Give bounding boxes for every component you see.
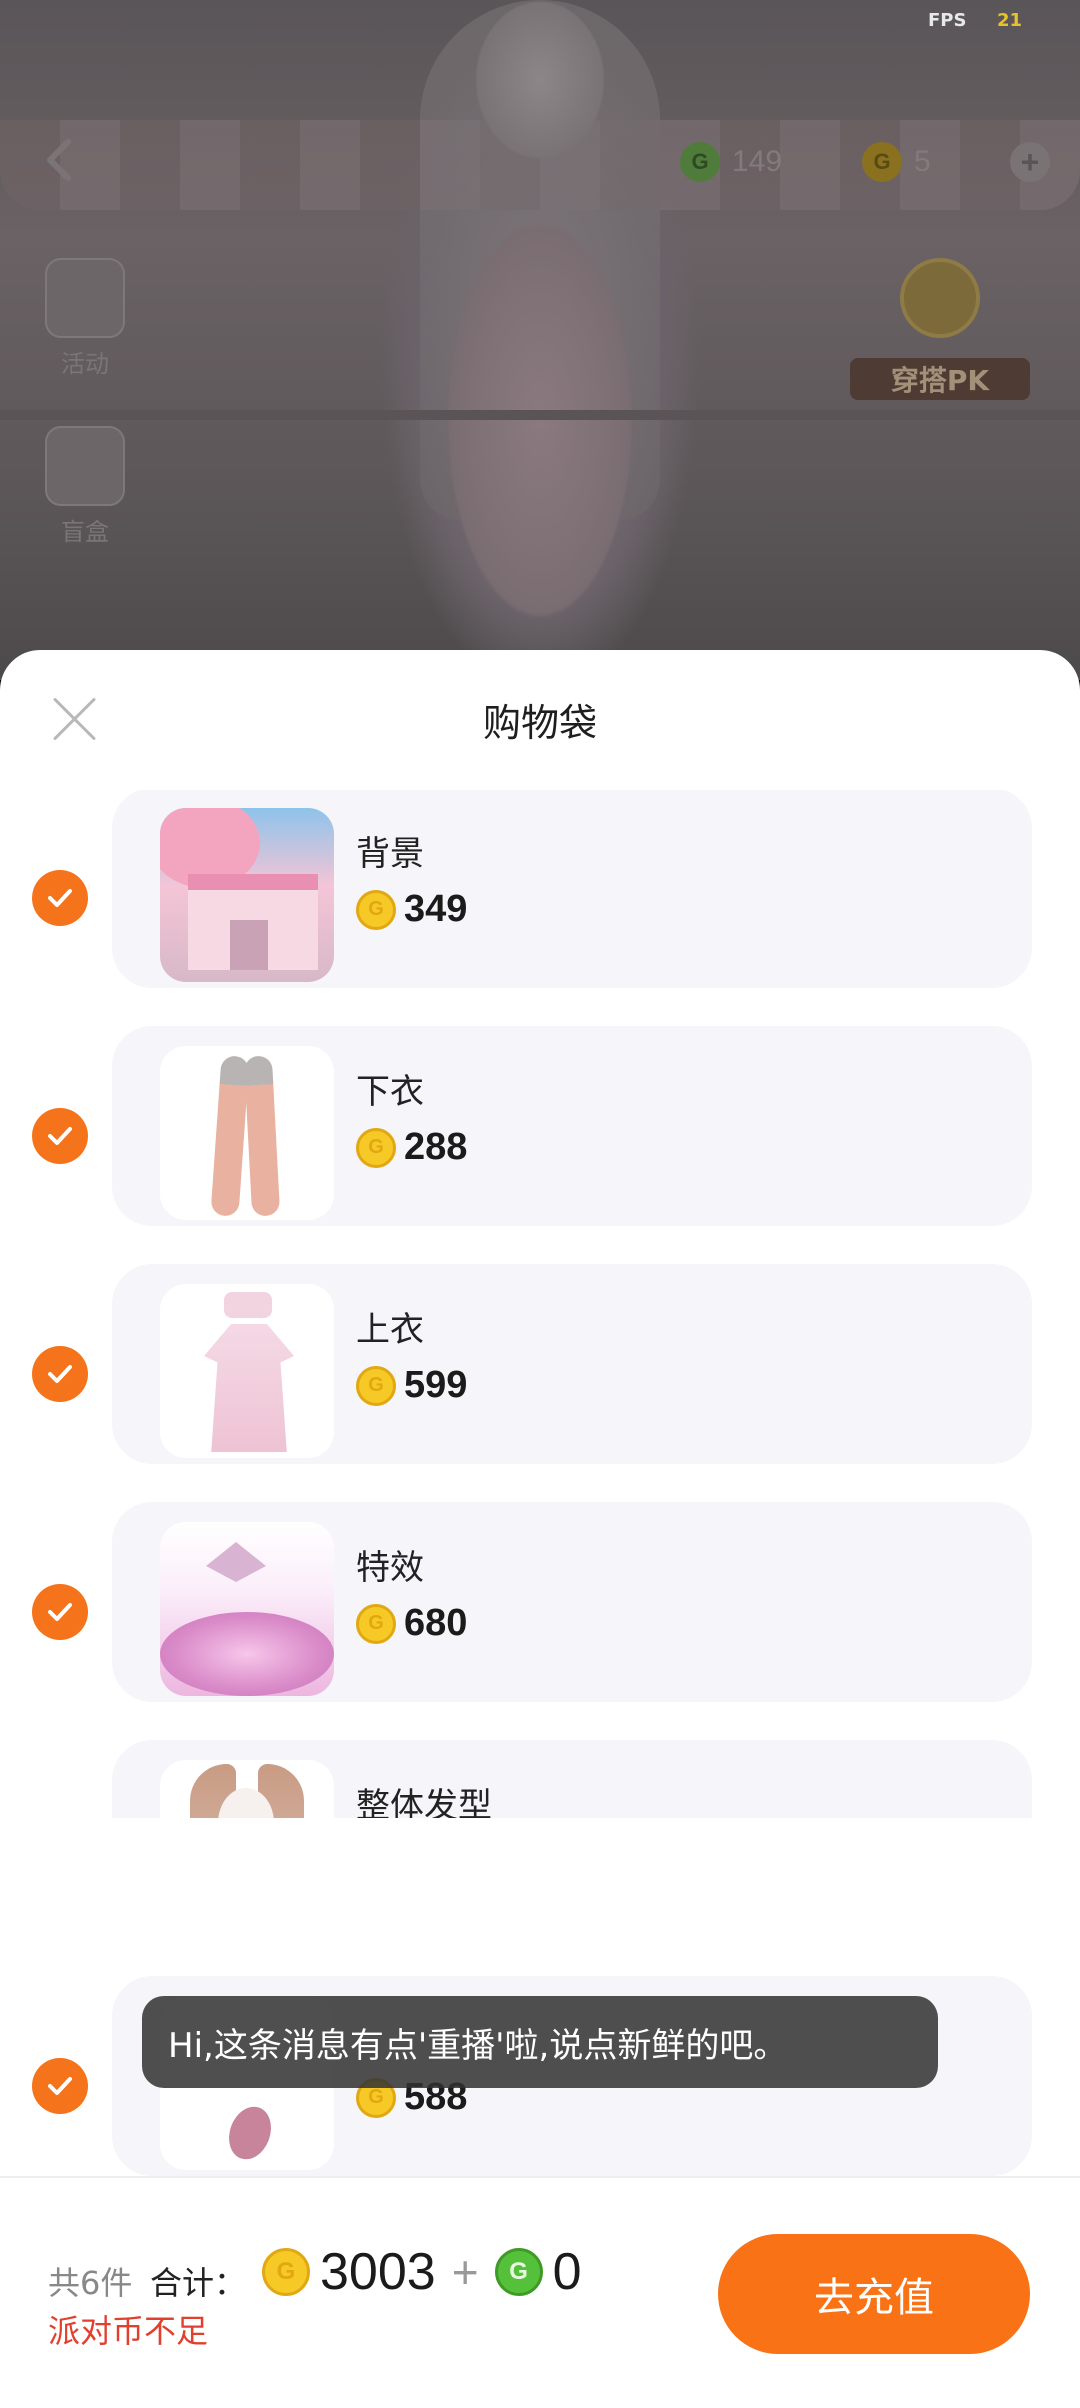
plus-sign: +	[451, 2246, 479, 2298]
item-price: G 680	[356, 1602, 467, 1645]
outfit-pk-label: 穿搭PK	[850, 358, 1030, 400]
green-currency-display: G 149	[680, 140, 782, 184]
item-price-value: 288	[404, 1126, 468, 1168]
item-count-label: 共6件	[48, 2264, 133, 2302]
gold-currency-value: 5	[914, 145, 931, 178]
checkmark-icon	[48, 2077, 72, 2095]
scene-shelf	[0, 410, 1080, 420]
activity-entry[interactable]: 活动	[40, 258, 130, 379]
item-thumbnail	[160, 1760, 334, 1818]
item-thumbnail	[160, 1522, 334, 1696]
toast-message: Hi,这条消息有点'重播'啦,说点新鲜的吧。	[142, 1996, 938, 2088]
shopping-bag-sheet: 购物袋 背景 G 349 下衣 G 288 上衣 G 599 特效 G 680 …	[0, 650, 1080, 2408]
add-currency-button[interactable]: +	[1010, 142, 1050, 182]
cart-item-hairstyle: 整体发型 G 499	[0, 1740, 1080, 1818]
checkmark-icon	[48, 1603, 72, 1621]
gold-coin-icon: G	[356, 1127, 396, 1168]
item-checkbox[interactable]	[32, 1346, 88, 1402]
fps-label: FPS	[928, 10, 967, 31]
blind-box-label: 盲盒	[61, 518, 109, 546]
item-thumbnail	[160, 808, 334, 982]
gold-coin-icon: G	[862, 142, 902, 182]
item-checkbox[interactable]	[32, 1584, 88, 1640]
item-price-value: 349	[404, 888, 468, 930]
back-button[interactable]	[30, 130, 90, 190]
gold-currency-display: G 5	[862, 140, 931, 184]
item-price: G 288	[356, 1126, 467, 1169]
gold-coin-icon: G	[356, 1365, 396, 1406]
checkmark-icon	[48, 1365, 72, 1383]
balloon-icon	[45, 258, 125, 338]
total-label: 合计：	[150, 2264, 247, 2302]
outfit-pk-button[interactable]: 穿搭PK	[850, 258, 1030, 400]
item-thumbnail	[160, 1284, 334, 1458]
cart-item-list[interactable]: 背景 G 349 下衣 G 288 上衣 G 599 特效 G 680 整体发型	[0, 790, 1080, 1818]
item-checkbox[interactable]	[32, 1108, 88, 1164]
activity-label: 活动	[61, 350, 109, 378]
item-price-value: 680	[404, 1602, 468, 1644]
gold-total-value: 3003	[320, 2243, 436, 2301]
insufficient-funds-warning: 派对币不足	[48, 2312, 209, 2350]
item-thumbnail	[160, 1046, 334, 1220]
green-currency-value: 149	[732, 145, 783, 178]
item-card[interactable]: 特效 G 680	[112, 1502, 1032, 1702]
crown-icon	[900, 258, 980, 338]
sheet-header: 购物袋	[0, 650, 1080, 790]
mystery-box-icon	[45, 426, 125, 506]
fps-value: 21	[997, 10, 1023, 31]
cart-item-effect: 特效 G 680	[0, 1502, 1080, 1718]
total-amount: G 3003 + G 0	[262, 2242, 581, 2302]
item-name: 整体发型	[356, 1786, 492, 1818]
item-card[interactable]: 下衣 G 288	[112, 1026, 1032, 1226]
gold-coin-icon: G	[356, 1603, 396, 1644]
item-price: G 349	[356, 888, 467, 931]
cart-item-background: 背景 G 349	[0, 790, 1080, 1004]
gold-coin-icon: G	[262, 2248, 310, 2296]
item-name: 上衣	[356, 1310, 424, 1350]
item-card[interactable]: 整体发型 G 499	[112, 1740, 1032, 1818]
checkmark-icon	[48, 889, 72, 907]
chevron-left-icon	[47, 139, 71, 181]
blind-box-entry[interactable]: 盲盒	[40, 426, 130, 547]
item-checkbox[interactable]	[32, 870, 88, 926]
green-coin-icon: G	[494, 2248, 543, 2296]
item-checkbox[interactable]	[32, 2058, 88, 2114]
checkmark-icon	[48, 1127, 72, 1145]
item-price: G 599	[356, 1364, 467, 1407]
character-figure	[380, 0, 700, 680]
sheet-title: 购物袋	[482, 701, 597, 745]
cart-item-top: 上衣 G 599	[0, 1264, 1080, 1480]
gold-coin-icon: G	[356, 889, 396, 930]
green-coin-icon: G	[680, 142, 720, 182]
top-up-button[interactable]: 去充值	[718, 2234, 1030, 2354]
item-name: 下衣	[356, 1072, 424, 1112]
item-name: 背景	[356, 834, 424, 874]
game-scene-background: FPS 21 G 149 G 5 + 活动 盲盒 穿搭PK	[0, 0, 1080, 680]
cart-item-bottoms: 下衣 G 288	[0, 1026, 1080, 1242]
checkout-footer: 共6件 合计： G 3003 + G 0 派对币不足 去充值	[0, 2176, 1080, 2408]
item-card[interactable]: 背景 G 349	[112, 790, 1032, 988]
green-total-value: 0	[552, 2243, 582, 2301]
item-price-value: 599	[404, 1364, 468, 1406]
item-name: 特效	[356, 1548, 424, 1588]
item-card[interactable]: 上衣 G 599	[112, 1264, 1032, 1464]
